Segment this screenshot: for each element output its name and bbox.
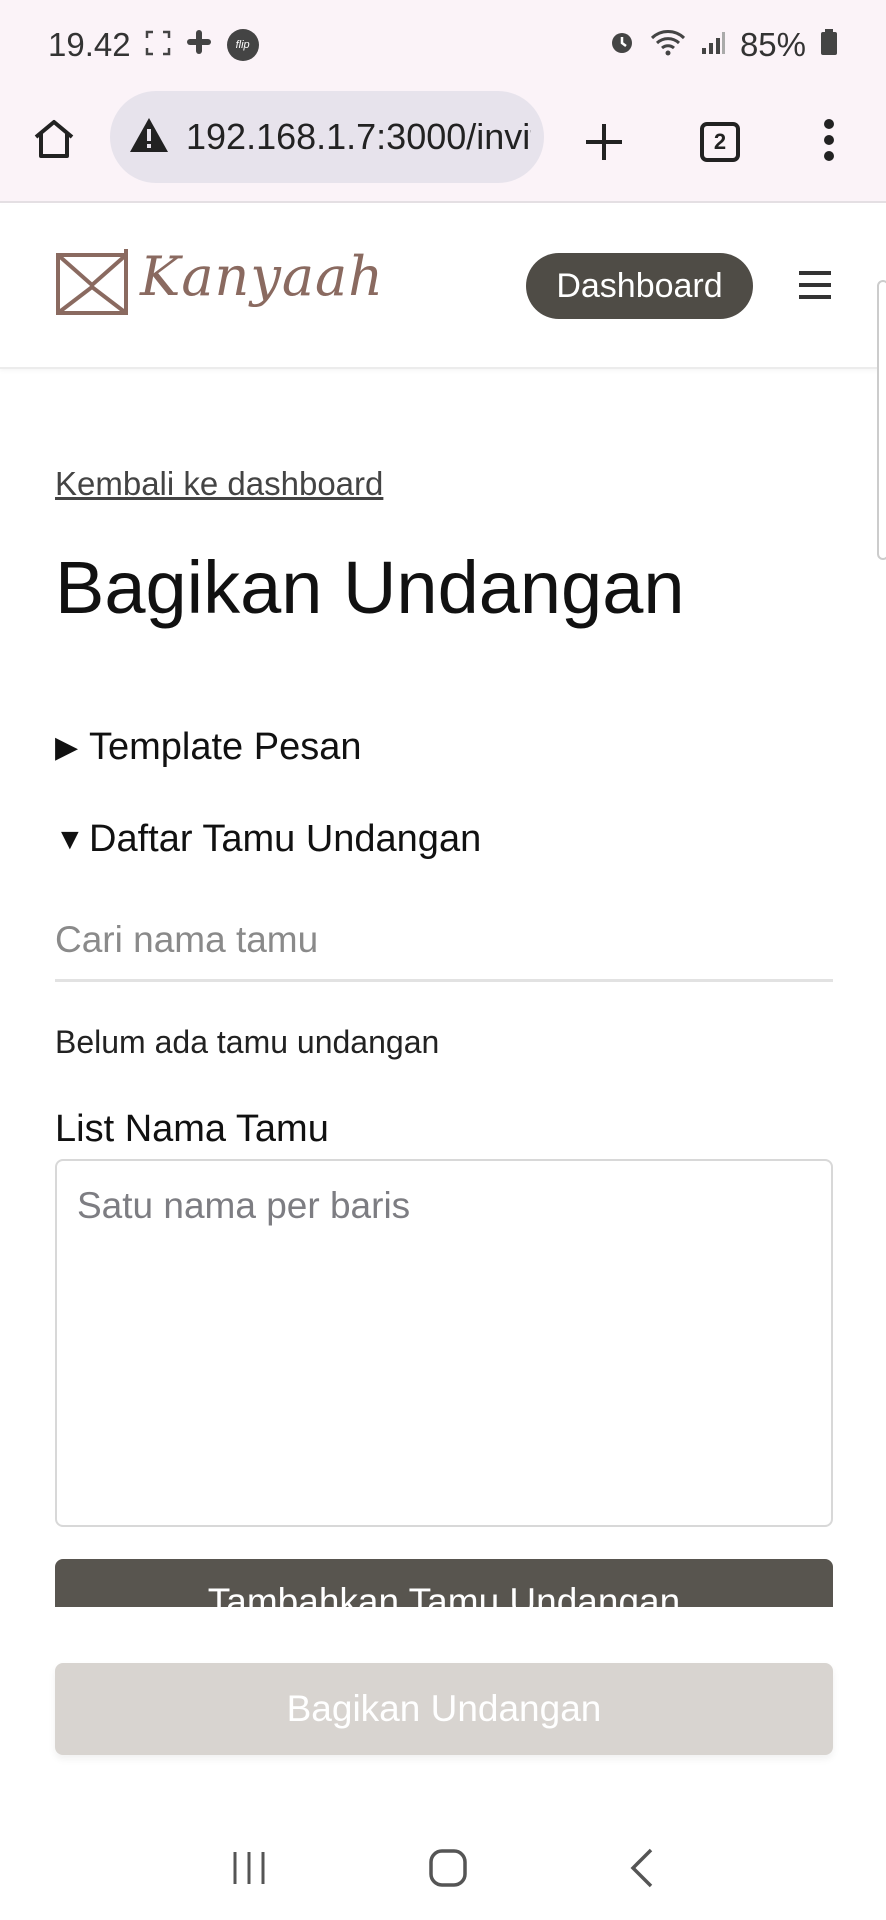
daftar-tamu-label: Daftar Tamu Undangan [89, 818, 482, 860]
screenshot-icon [145, 26, 171, 64]
guest-search-input[interactable] [55, 900, 833, 979]
share-invitation-button[interactable]: Bagikan Undangan [55, 1663, 833, 1755]
alarm-icon [608, 26, 636, 64]
add-guests-button[interactable]: Tambahkan Tamu Undangan [55, 1559, 833, 1607]
template-pesan-toggle[interactable]: ▶ Template Pesan [55, 726, 362, 769]
template-pesan-label: Template Pesan [89, 726, 362, 768]
back-nav-icon[interactable] [627, 1847, 657, 1894]
battery-percent: 85% [739, 26, 806, 63]
home-icon[interactable] [32, 117, 76, 161]
logo-icon[interactable] [55, 245, 133, 322]
signal-icon [700, 26, 726, 64]
expanded-arrow-icon: ▼ [55, 822, 85, 856]
scrollbar[interactable] [877, 280, 886, 560]
daftar-tamu-toggle[interactable]: ▼ Daftar Tamu Undangan [55, 818, 481, 861]
tab-switcher-button[interactable]: 2 [700, 122, 740, 162]
dashboard-button[interactable]: Dashboard [526, 253, 753, 319]
logo-text[interactable]: Kanyaah [140, 245, 384, 308]
status-left: 19.42 flip [48, 26, 259, 64]
android-nav-bar [0, 1820, 886, 1920]
slack-icon [185, 26, 213, 64]
guest-names-textarea[interactable] [55, 1159, 833, 1527]
home-nav-icon[interactable] [427, 1847, 469, 1894]
status-bar: 19.42 flip 85% [0, 0, 886, 90]
more-menu-icon[interactable] [822, 118, 836, 162]
hamburger-menu-icon[interactable] [798, 269, 832, 306]
flip-app-icon: flip [226, 29, 259, 61]
battery-icon [820, 26, 838, 64]
status-time: 19.42 [48, 26, 131, 63]
back-to-dashboard-link[interactable]: Kembali ke dashboard [55, 465, 383, 503]
new-tab-icon[interactable] [584, 122, 624, 162]
empty-guest-message: Belum ada tamu undangan [55, 1024, 440, 1060]
collapsed-arrow-icon: ▶ [55, 731, 79, 764]
page-title: Bagikan Undangan [55, 546, 685, 629]
warning-icon[interactable] [128, 116, 170, 159]
site-header: Kanyaah Dashboard [0, 205, 886, 369]
recent-apps-icon[interactable] [229, 1849, 269, 1892]
guest-search-wrapper [55, 900, 833, 982]
status-right: 85% [608, 26, 838, 64]
wifi-icon [650, 26, 686, 64]
url-text[interactable]: 192.168.1.7:3000/invit [186, 116, 531, 158]
browser-toolbar: 192.168.1.7:3000/invit 2 [0, 90, 886, 203]
address-bar[interactable]: 192.168.1.7:3000/invit [110, 91, 544, 183]
guest-list-label: List Nama Tamu [55, 1108, 329, 1150]
